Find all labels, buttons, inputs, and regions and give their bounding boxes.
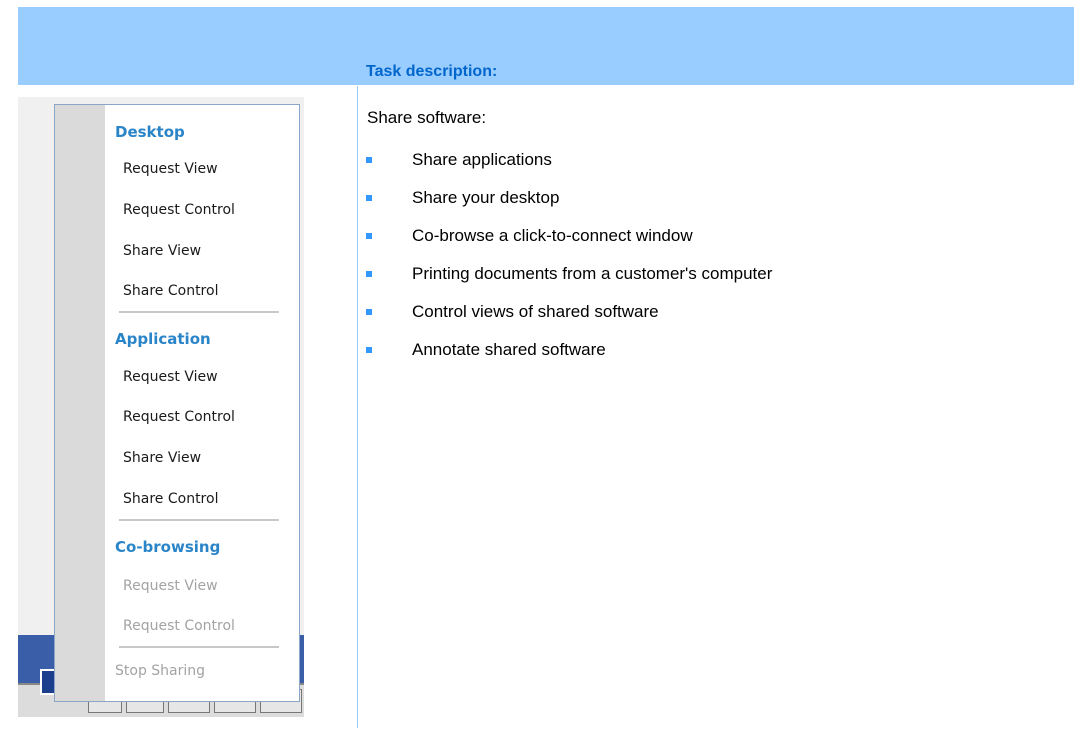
header-band — [18, 7, 1074, 85]
task-item-label: Share applications — [412, 150, 552, 169]
bullet-icon — [366, 157, 372, 163]
share-menu: Desktop Request View Request Control Sha… — [54, 104, 300, 702]
bullet-icon — [366, 309, 372, 315]
bullet-icon — [366, 347, 372, 353]
task-description-heading: Task description: — [366, 63, 498, 80]
menu-separator — [119, 519, 279, 521]
column-divider — [357, 86, 358, 728]
menu-separator — [119, 311, 279, 313]
bullet-icon — [366, 271, 372, 277]
menu-item-desktop-share-control[interactable]: Share Control — [123, 283, 218, 299]
menu-section-application: Application — [115, 330, 211, 348]
task-item-label: Annotate shared software — [412, 340, 606, 359]
menu-item-stop-sharing[interactable]: Stop Sharing — [115, 663, 205, 679]
menu-section-desktop: Desktop — [115, 123, 185, 141]
menu-item-desktop-share-view[interactable]: Share View — [123, 243, 201, 259]
menu-item-desktop-request-view[interactable]: Request View — [123, 161, 218, 177]
menu-item-app-request-control[interactable]: Request Control — [123, 409, 235, 425]
task-item-label: Printing documents from a customer's com… — [412, 264, 773, 283]
task-intro: Share software: — [367, 108, 487, 127]
menu-item-desktop-request-control[interactable]: Request Control — [123, 202, 235, 218]
task-item-label: Share your desktop — [412, 188, 560, 207]
bullet-icon — [366, 195, 372, 201]
bullet-icon — [366, 233, 372, 239]
task-item-label: Control views of shared software — [412, 302, 659, 321]
menu-item-app-share-control[interactable]: Share Control — [123, 491, 218, 507]
menu-section-cobrowsing: Co-browsing — [115, 538, 221, 556]
menu-icon-strip — [55, 105, 105, 701]
menu-item-app-share-view[interactable]: Share View — [123, 450, 201, 466]
menu-item-app-request-view[interactable]: Request View — [123, 369, 218, 385]
task-item-label: Co-browse a click-to-connect window — [412, 226, 693, 245]
share-menu-screenshot: Desktop Request View Request Control Sha… — [18, 97, 304, 717]
menu-separator — [119, 646, 279, 648]
menu-item-cobrowse-request-control[interactable]: Request Control — [123, 618, 235, 634]
menu-item-cobrowse-request-view[interactable]: Request View — [123, 578, 218, 594]
